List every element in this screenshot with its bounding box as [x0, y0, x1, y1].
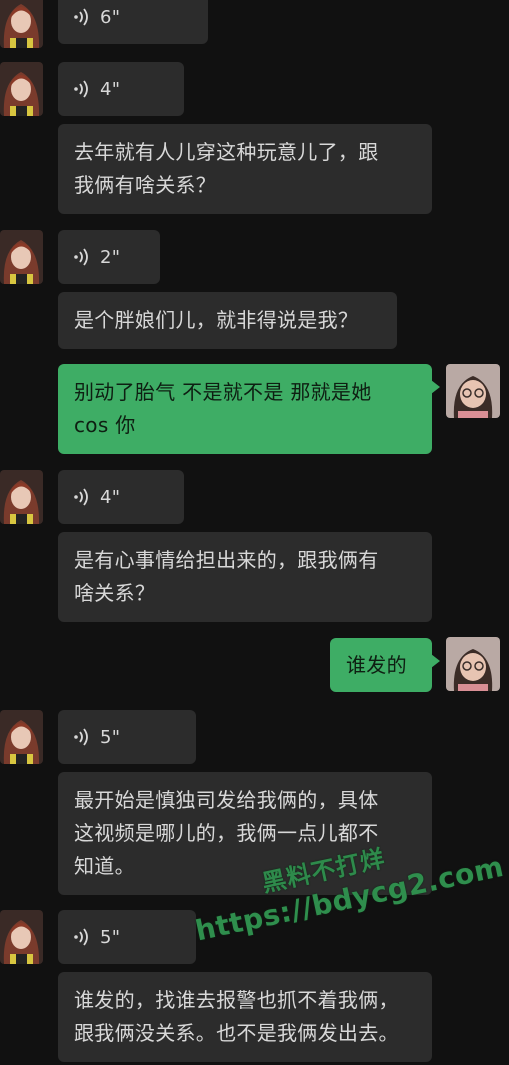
- contact-avatar[interactable]: [0, 710, 43, 764]
- voice-message[interactable]: 5": [58, 910, 196, 964]
- voice-message[interactable]: 6": [58, 0, 208, 44]
- self-avatar-icon: [446, 637, 500, 691]
- contact-avatar[interactable]: [0, 0, 43, 48]
- contact-avatar-icon: [0, 710, 43, 764]
- message-line: 啥关系？: [74, 581, 156, 605]
- contact-avatar[interactable]: [0, 230, 43, 284]
- outgoing-message[interactable]: 别动了胎气 不是就不是 那就是她 cos 你: [58, 364, 440, 454]
- message-line: 跟我俩没关系。也不是我俩发出去。: [74, 1021, 399, 1045]
- voice-duration: 4": [100, 486, 121, 508]
- outgoing-message[interactable]: 谁发的: [330, 638, 440, 692]
- voice-duration: 4": [100, 78, 121, 100]
- voice-wave-icon: [72, 487, 92, 507]
- voice-wave-icon: [72, 247, 92, 267]
- contact-avatar-icon: [0, 62, 43, 116]
- self-avatar[interactable]: [446, 637, 500, 691]
- message-line: 去年就有人儿穿这种玩意儿了，跟: [74, 140, 379, 164]
- message-line: 知道。: [74, 854, 135, 878]
- voice-wave-icon: [72, 727, 92, 747]
- voice-message[interactable]: 2": [58, 230, 160, 284]
- contact-avatar[interactable]: [0, 62, 43, 116]
- self-avatar[interactable]: [446, 364, 500, 418]
- message-line: 别动了胎气 不是就不是 那就是她: [74, 380, 372, 404]
- voice-duration: 6": [100, 6, 121, 28]
- message-line: 我俩有啥关系？: [74, 173, 217, 197]
- voice-duration: 5": [100, 726, 121, 748]
- message-line: 最开始是慎独司发给我俩的，具体: [74, 788, 379, 812]
- voice-message[interactable]: 4": [58, 62, 184, 116]
- message-line: 是有心事情给担出来的，跟我俩有: [74, 548, 379, 572]
- contact-avatar-icon: [0, 230, 43, 284]
- text-message[interactable]: 是有心事情给担出来的，跟我俩有 啥关系？: [58, 532, 432, 622]
- text-message[interactable]: 是个胖娘们儿，就非得说是我？: [58, 292, 397, 349]
- message-line: cos 你: [74, 413, 136, 437]
- voice-message[interactable]: 4": [58, 470, 184, 524]
- voice-wave-icon: [72, 79, 92, 99]
- message-line: 谁发的，找谁去报警也抓不着我俩，: [74, 988, 399, 1012]
- contact-avatar-icon: [0, 910, 43, 964]
- contact-avatar[interactable]: [0, 910, 43, 964]
- contact-avatar-icon: [0, 470, 43, 524]
- message-line: 是个胖娘们儿，就非得说是我？: [74, 308, 359, 332]
- voice-duration: 2": [100, 246, 121, 268]
- text-message[interactable]: 最开始是慎独司发给我俩的，具体 这视频是哪儿的，我俩一点儿都不 知道。: [58, 772, 432, 895]
- message-line: 谁发的: [346, 653, 407, 677]
- text-message[interactable]: 去年就有人儿穿这种玩意儿了，跟 我俩有啥关系？: [58, 124, 432, 214]
- text-message[interactable]: 谁发的，找谁去报警也抓不着我俩， 跟我俩没关系。也不是我俩发出去。: [58, 972, 432, 1062]
- contact-avatar[interactable]: [0, 470, 43, 524]
- voice-wave-icon: [72, 927, 92, 947]
- voice-wave-icon: [72, 7, 92, 27]
- self-avatar-icon: [446, 364, 500, 418]
- voice-message[interactable]: 5": [58, 710, 196, 764]
- voice-duration: 5": [100, 926, 121, 948]
- contact-avatar-icon: [0, 0, 43, 48]
- message-line: 这视频是哪儿的，我俩一点儿都不: [74, 821, 379, 845]
